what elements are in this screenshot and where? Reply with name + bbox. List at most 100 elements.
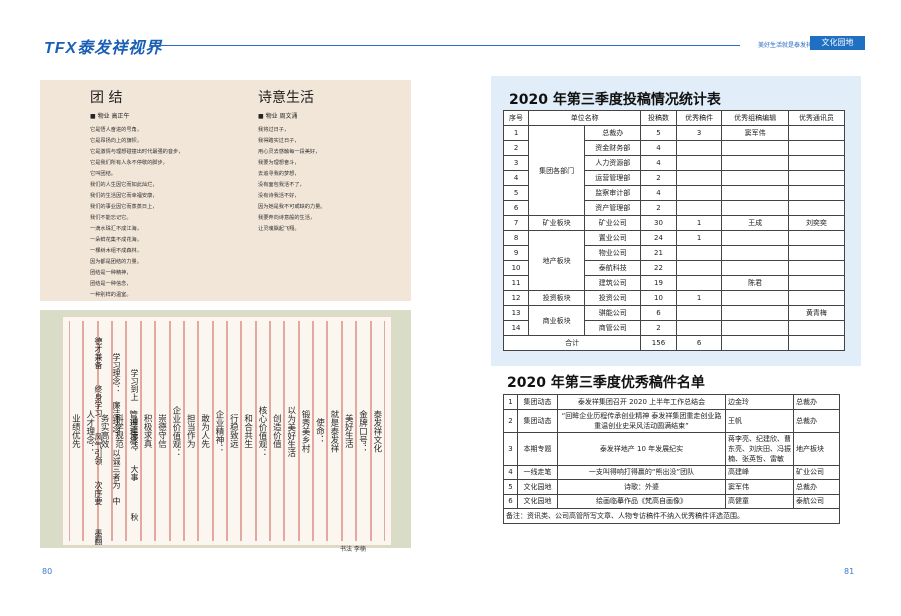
- total-count: 156: [640, 335, 677, 351]
- logo-tfx: TFX: [44, 40, 78, 57]
- poem-lines: 我将过日子， 我得踏实过日子， 用心灵去感触每一段美好， 我要为理想奋斗， 去追寻我的梦…: [258, 125, 325, 235]
- poem-author: ■ 物业 周文涌: [258, 113, 298, 120]
- poem-line: 团结是一种精神，: [90, 270, 132, 276]
- cell-author: 边金玲: [725, 394, 794, 410]
- cell-unit: 总裁办: [793, 408, 840, 433]
- calligraphy-column: 美好生活: [341, 321, 357, 541]
- calligraphy-column: 担当作为: [183, 321, 199, 541]
- poem-lines: 它是悟人奋进的号角， 它是昂扬向上的旗帜， 它是激情与理想碰撞出时代最强的音步， 它是…: [90, 125, 183, 301]
- page-number-right: 81: [844, 567, 855, 576]
- cell-count: 19: [640, 275, 677, 291]
- cell-no: 3: [502, 155, 530, 171]
- cell-no: 6: [503, 493, 518, 509]
- cell-author: 高健童: [725, 493, 794, 509]
- poem-line: 它是激情与理想碰撞出时代最强的音步，: [90, 149, 184, 155]
- cell-author: 蒋李亮、纪建欣、曹东亮、刘庆田、冯振楠、张英哲、雷敏: [725, 431, 794, 466]
- calligraphy-text: 中: [112, 497, 121, 505]
- table-row: 4 一线走笔 一支叫得响打得赢的“熊出没”团队 高建峰 矿业公司: [503, 464, 840, 480]
- cell-excellent: [675, 185, 723, 201]
- calligraphy-column: 泰发祥文化: [370, 321, 385, 541]
- cell-unit: 地产板块: [793, 431, 840, 466]
- poem-author: ■ 物业 高正午: [90, 113, 130, 120]
- cell-title: 诗歌：外婆: [557, 479, 726, 495]
- poem-line: 因为都是团结的力量。: [90, 259, 142, 265]
- total-empty: [721, 335, 789, 351]
- cell-editor: 窦军伟: [721, 125, 789, 141]
- calligraphy-column: 行稳致远: [226, 321, 242, 541]
- cell-excellent: [675, 155, 723, 171]
- cell-column: 本期专题: [517, 431, 558, 466]
- cell-no: 10: [502, 260, 530, 276]
- poem-panel: 团 结 ■ 物业 高正午 它是悟人奋进的号角， 它是昂扬向上的旗帜， 它是激情与理想…: [40, 80, 411, 301]
- section-tab: 文化园地: [810, 36, 865, 50]
- note-row: 备注：资讯类、公司高管所写文章、人物专访稿件不纳入优秀稿件评选范围。: [503, 508, 840, 524]
- cell-author: 王帆: [725, 408, 794, 433]
- poem-line: 我们的生活因它而幸福安康，: [90, 193, 158, 199]
- cell-editor: [721, 245, 789, 261]
- cell-unit: 矿业公司: [584, 215, 642, 231]
- calligraphy-column: 敢为人先: [198, 321, 213, 541]
- cell-excellent: 3: [675, 125, 723, 141]
- poem-title: 诗意生活: [258, 90, 314, 106]
- poem-line: 一棵树木组不成森林，: [90, 248, 142, 254]
- cell-unit: 矿业公司: [793, 464, 840, 480]
- calligraphy-text: 次序要: [94, 481, 103, 505]
- cell-count: 2: [640, 170, 677, 186]
- cell-no: 1: [503, 394, 518, 410]
- table-row: 5 文化园地 诗歌：外婆 窦军伟 总裁办: [503, 479, 840, 495]
- cell-unit: 运营管理部: [584, 170, 642, 186]
- cell-unit: 人力资源部: [584, 155, 642, 171]
- poem-line: 一朵鲜花集不成花海，: [90, 237, 142, 243]
- calligraphy-text: 秋: [130, 513, 139, 521]
- poem-line: 它是悟人奋进的号角，: [90, 127, 142, 133]
- cell-excellent: 1: [675, 290, 723, 306]
- calligraphy-artwork: 泰发祥文化 金牌口号： 美好生活 就是泰发祥 使命： 锻秀美乡村 以为美好生活 创造价值 核心价…: [40, 310, 411, 548]
- calligraphy-text: 以诚三者为: [112, 449, 121, 489]
- cell-title: 泰发祥地产 10 年发展纪实: [557, 431, 726, 466]
- poem-line: 因为她是我不可或缺的力量。: [258, 204, 326, 210]
- poem-line: 没有诗我活不好，: [258, 193, 300, 199]
- cell-excellent: [675, 260, 723, 276]
- cell-correspondent: [787, 275, 846, 291]
- calligraphy-text: 廉洁理念：: [112, 401, 121, 441]
- poem-line: 去追寻我的梦想，: [258, 171, 300, 177]
- calligraphy-text: 大事: [130, 465, 139, 481]
- calligraphy-text: 墨翻: [94, 529, 103, 545]
- total-empty: [787, 335, 846, 351]
- cell-unit: 总裁办: [793, 479, 840, 495]
- poem-line: 一滴水珠汇不成江海，: [90, 226, 142, 232]
- cell-correspondent: [787, 290, 846, 306]
- cell-editor: [721, 200, 789, 216]
- table-row: 6 文化园地 绘画临摹作品《梵高自画像》 高健童 泰航公司: [503, 493, 840, 509]
- calligraphy-column: 锻秀美乡村: [298, 321, 314, 541]
- calligraphy-column: 使命：: [313, 321, 328, 541]
- cell-count: 21: [640, 245, 677, 261]
- cell-correspondent: [787, 200, 846, 216]
- poem-line: 让灵魂飘起飞翔。: [258, 226, 300, 232]
- cell-unit: 商管公司: [584, 320, 642, 336]
- cell-excellent: 1: [675, 215, 723, 231]
- header-rule: [160, 45, 740, 46]
- cell-correspondent: [787, 320, 846, 336]
- table-row: 1 集团各部门 总裁办 5 3 窦军伟: [502, 125, 846, 216]
- cell-correspondent: 刘奕奕: [787, 215, 846, 231]
- cell-unit: 骐能公司: [584, 305, 642, 321]
- calligraphy-column: 积极求真: [140, 321, 156, 541]
- cell-author: 窦军伟: [725, 479, 794, 495]
- cell-count: 4: [640, 185, 677, 201]
- total-label: 合计: [502, 335, 642, 351]
- cell-excellent: [675, 200, 723, 216]
- cell-unit: 总裁办: [793, 394, 840, 410]
- calligraphy-credit: 书法 李楠: [340, 546, 366, 553]
- cell-author: 高建峰: [725, 464, 794, 480]
- cell-no: 13: [502, 305, 530, 321]
- cell-no: 4: [502, 170, 530, 186]
- poem-unity: 团 结 ■ 物业 高正午 它是悟人奋进的号角， 它是昂扬向上的旗帜， 它是激情与理想…: [90, 80, 183, 301]
- cell-excellent: [675, 275, 723, 291]
- cell-editor: [721, 155, 789, 171]
- cell-unit: 物业公司: [584, 245, 642, 261]
- cell-correspondent: 黄青梅: [787, 305, 846, 321]
- cell-count: 2: [640, 200, 677, 216]
- calligraphy-column: 企业精神：: [212, 321, 227, 541]
- cell-editor: [721, 290, 789, 306]
